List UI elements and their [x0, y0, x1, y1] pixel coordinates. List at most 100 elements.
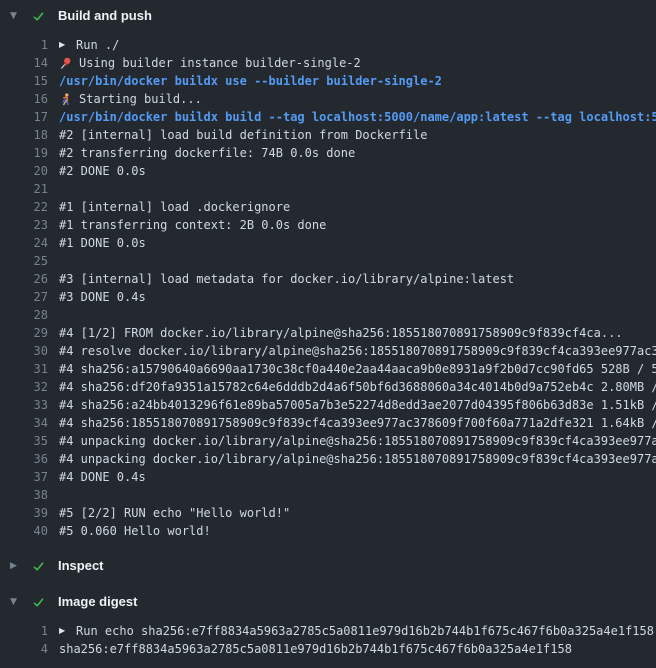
- log-line-content: #4 resolve docker.io/library/alpine@sha2…: [59, 342, 656, 360]
- line-number[interactable]: 27: [0, 288, 48, 306]
- log-line: 30 #4 resolve docker.io/library/alpine@s…: [0, 342, 656, 360]
- log-line-content: #1 transferring context: 2B 0.0s done: [59, 216, 326, 234]
- log-text: #4 sha256:df20fa9351a15782c64e6dddb2d4a6…: [59, 378, 656, 396]
- log-text: #5 [2/2] RUN echo "Hello world!": [59, 504, 290, 522]
- log-line-content: ▶ Run ./: [59, 36, 119, 54]
- log-line-content: Using builder instance builder-single-2: [59, 54, 361, 72]
- runner-icon: [59, 93, 72, 106]
- collapse-toggle-icon[interactable]: ▼: [10, 592, 24, 612]
- log-line: 29 #4 [1/2] FROM docker.io/library/alpin…: [0, 324, 656, 342]
- log-text: sha256:e7ff8834a5963a2785c5a0811e979d16b…: [59, 640, 572, 658]
- line-number[interactable]: 36: [0, 450, 48, 468]
- log-line-content: /usr/bin/docker buildx build --tag local…: [59, 108, 656, 126]
- log-line: 32 #4 sha256:df20fa9351a15782c64e6dddb2d…: [0, 378, 656, 396]
- log-line: 21: [0, 180, 656, 198]
- line-number[interactable]: 37: [0, 468, 48, 486]
- line-number[interactable]: 21: [0, 180, 48, 198]
- line-number[interactable]: 29: [0, 324, 48, 342]
- log-line-content: #3 DONE 0.4s: [59, 288, 146, 306]
- run-expand-icon[interactable]: ▶: [59, 36, 69, 54]
- section-header[interactable]: ▼ Image digest: [0, 592, 656, 612]
- section-header[interactable]: ▶ Inspect: [0, 556, 656, 576]
- log-text: #4 resolve docker.io/library/alpine@sha2…: [59, 342, 656, 360]
- line-number[interactable]: 35: [0, 432, 48, 450]
- log-line: 19 #2 transferring dockerfile: 74B 0.0s …: [0, 144, 656, 162]
- log-line: 39 #5 [2/2] RUN echo "Hello world!": [0, 504, 656, 522]
- log-text: #4 sha256:185518070891758909c9f839cf4ca3…: [59, 414, 656, 432]
- line-number[interactable]: 30: [0, 342, 48, 360]
- line-number[interactable]: 26: [0, 270, 48, 288]
- log-section: ▼ Build and push 1 ▶ Run ./ 14 Using bui…: [0, 0, 656, 550]
- line-number[interactable]: 32: [0, 378, 48, 396]
- line-number[interactable]: 16: [0, 90, 48, 108]
- log-line: 38: [0, 486, 656, 504]
- line-number[interactable]: 22: [0, 198, 48, 216]
- success-check-icon: [32, 10, 45, 23]
- log-line: 22 #1 [internal] load .dockerignore: [0, 198, 656, 216]
- line-number[interactable]: 15: [0, 72, 48, 90]
- line-number[interactable]: 28: [0, 306, 48, 324]
- log-text: Run echo sha256:e7ff8834a5963a2785c5a081…: [76, 622, 654, 640]
- success-check-icon: [32, 560, 45, 573]
- line-number[interactable]: 18: [0, 126, 48, 144]
- line-number[interactable]: 23: [0, 216, 48, 234]
- section-title: Image digest: [58, 592, 137, 612]
- log-text: #1 [internal] load .dockerignore: [59, 198, 290, 216]
- log-text: #4 sha256:a24bb4013296f61e89ba57005a7b3e…: [59, 396, 656, 414]
- line-number[interactable]: 24: [0, 234, 48, 252]
- line-number[interactable]: 1: [0, 36, 48, 54]
- line-number[interactable]: 4: [0, 640, 48, 658]
- log-line-content: #4 sha256:df20fa9351a15782c64e6dddb2d4a6…: [59, 378, 656, 396]
- log-line: 17 /usr/bin/docker buildx build --tag lo…: [0, 108, 656, 126]
- section-title: Inspect: [58, 556, 104, 576]
- run-expand-icon[interactable]: ▶: [59, 622, 69, 640]
- log-line-content: #4 sha256:a15790640a6690aa1730c38cf0a440…: [59, 360, 656, 378]
- log-text: #4 unpacking docker.io/library/alpine@sh…: [59, 450, 656, 468]
- log-text: #5 0.060 Hello world!: [59, 522, 211, 540]
- line-number[interactable]: 40: [0, 522, 48, 540]
- log-text: #3 DONE 0.4s: [59, 288, 146, 306]
- log-line: 15 /usr/bin/docker buildx use --builder …: [0, 72, 656, 90]
- log-text: #4 DONE 0.4s: [59, 468, 146, 486]
- section-rows: 1 ▶ Run ./ 14 Using builder instance bui…: [0, 26, 656, 540]
- line-number[interactable]: 17: [0, 108, 48, 126]
- log-line: 35 #4 unpacking docker.io/library/alpine…: [0, 432, 656, 450]
- log-line: 33 #4 sha256:a24bb4013296f61e89ba57005a7…: [0, 396, 656, 414]
- line-number[interactable]: 19: [0, 144, 48, 162]
- workflow-log-root: ▼ Build and push 1 ▶ Run ./ 14 Using bui…: [0, 0, 656, 668]
- line-number[interactable]: 14: [0, 54, 48, 72]
- log-line: 20 #2 DONE 0.0s: [0, 162, 656, 180]
- log-line-content: #3 [internal] load metadata for docker.i…: [59, 270, 514, 288]
- success-check-icon: [32, 596, 45, 609]
- log-line: 1 ▶ Run ./: [0, 36, 656, 54]
- line-number[interactable]: 25: [0, 252, 48, 270]
- log-line: 34 #4 sha256:185518070891758909c9f839cf4…: [0, 414, 656, 432]
- collapse-toggle-icon[interactable]: ▼: [10, 6, 24, 26]
- section-rows: 1 ▶ Run echo sha256:e7ff8834a5963a2785c5…: [0, 612, 656, 658]
- log-line-content: #2 transferring dockerfile: 74B 0.0s don…: [59, 144, 355, 162]
- line-number[interactable]: 34: [0, 414, 48, 432]
- line-number[interactable]: 39: [0, 504, 48, 522]
- log-line: 16 Starting build...: [0, 90, 656, 108]
- pushpin-icon: [59, 57, 72, 70]
- line-number[interactable]: 33: [0, 396, 48, 414]
- log-line: 24 #1 DONE 0.0s: [0, 234, 656, 252]
- log-text: #4 unpacking docker.io/library/alpine@sh…: [59, 432, 656, 450]
- line-number[interactable]: 31: [0, 360, 48, 378]
- section-title: Build and push: [58, 6, 152, 26]
- log-section: ▼ Image digest 1 ▶ Run echo sha256:e7ff8…: [0, 586, 656, 668]
- log-line: 37 #4 DONE 0.4s: [0, 468, 656, 486]
- log-line-content: #5 0.060 Hello world!: [59, 522, 211, 540]
- line-number[interactable]: 1: [0, 622, 48, 640]
- log-line: 1 ▶ Run echo sha256:e7ff8834a5963a2785c5…: [0, 622, 656, 640]
- log-line-content: #4 unpacking docker.io/library/alpine@sh…: [59, 450, 656, 468]
- log-line-content: /usr/bin/docker buildx use --builder bui…: [59, 72, 442, 90]
- log-line-content: #4 sha256:185518070891758909c9f839cf4ca3…: [59, 414, 656, 432]
- collapse-toggle-icon[interactable]: ▶: [10, 556, 24, 576]
- line-number[interactable]: 20: [0, 162, 48, 180]
- log-line: 18 #2 [internal] load build definition f…: [0, 126, 656, 144]
- log-line-content: Starting build...: [59, 90, 202, 108]
- section-header[interactable]: ▼ Build and push: [0, 6, 656, 26]
- line-number[interactable]: 38: [0, 486, 48, 504]
- log-line: 28: [0, 306, 656, 324]
